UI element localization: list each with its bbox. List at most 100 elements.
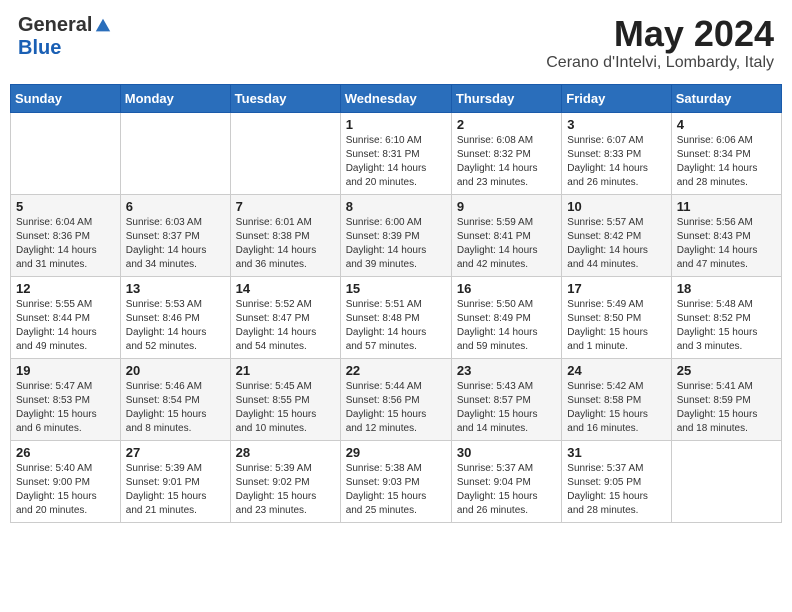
day-number: 5 [16, 199, 115, 214]
day-info: Sunrise: 5:47 AM Sunset: 8:53 PM Dayligh… [16, 380, 115, 436]
day-info: Sunrise: 5:46 AM Sunset: 8:54 PM Dayligh… [126, 380, 225, 436]
day-info: Sunrise: 5:56 AM Sunset: 8:43 PM Dayligh… [677, 216, 776, 272]
day-info: Sunrise: 6:06 AM Sunset: 8:34 PM Dayligh… [677, 134, 776, 190]
day-number: 18 [677, 281, 776, 296]
day-number: 30 [457, 445, 556, 460]
day-number: 15 [346, 281, 446, 296]
day-info: Sunrise: 6:03 AM Sunset: 8:37 PM Dayligh… [126, 216, 225, 272]
day-number: 13 [126, 281, 225, 296]
day-number: 14 [236, 281, 335, 296]
weekday-header-row: SundayMondayTuesdayWednesdayThursdayFrid… [11, 84, 782, 112]
calendar-cell: 22 Sunrise: 5:44 AM Sunset: 8:56 PM Dayli… [340, 358, 451, 440]
calendar-cell: 30Sunrise: 5:37 AM Sunset: 9:04 PM Dayli… [451, 440, 561, 522]
day-number: 11 [677, 199, 776, 214]
week-row-5: 26Sunrise: 5:40 AM Sunset: 9:00 PM Dayli… [11, 440, 782, 522]
day-info: Sunrise: 5:51 AM Sunset: 8:48 PM Dayligh… [346, 298, 446, 354]
day-number: 22 [346, 363, 446, 378]
calendar-cell: 16 Sunrise: 5:50 AM Sunset: 8:49 PM Dayli… [451, 276, 561, 358]
day-number: 19 [16, 363, 115, 378]
calendar-cell: 20 Sunrise: 5:46 AM Sunset: 8:54 PM Dayli… [120, 358, 230, 440]
calendar-cell: 25 Sunrise: 5:41 AM Sunset: 8:59 PM Dayli… [671, 358, 781, 440]
calendar-cell: 10Sunrise: 5:57 AM Sunset: 8:42 PM Dayli… [562, 194, 671, 276]
day-number: 9 [457, 199, 556, 214]
calendar-cell: 9Sunrise: 5:59 AM Sunset: 8:41 PM Daylig… [451, 194, 561, 276]
week-row-4: 19 Sunrise: 5:47 AM Sunset: 8:53 PM Dayli… [11, 358, 782, 440]
calendar-cell: 27 Sunrise: 5:39 AM Sunset: 9:01 PM Dayli… [120, 440, 230, 522]
calendar-cell: 18 Sunrise: 5:48 AM Sunset: 8:52 PM Dayli… [671, 276, 781, 358]
day-number: 16 [457, 281, 556, 296]
day-number: 23 [457, 363, 556, 378]
logo-blue-text: Blue [18, 37, 61, 60]
calendar-cell: 1 Sunrise: 6:10 AM Sunset: 8:31 PM Daylig… [340, 112, 451, 194]
day-info: Sunrise: 5:52 AM Sunset: 8:47 PM Dayligh… [236, 298, 335, 354]
calendar-cell: 11 Sunrise: 5:56 AM Sunset: 8:43 PM Dayli… [671, 194, 781, 276]
day-info: Sunrise: 6:00 AM Sunset: 8:39 PM Dayligh… [346, 216, 446, 272]
weekday-header-wednesday: Wednesday [340, 84, 451, 112]
day-info: Sunrise: 5:41 AM Sunset: 8:59 PM Dayligh… [677, 380, 776, 436]
calendar-cell [230, 112, 340, 194]
calendar-cell: 14 Sunrise: 5:52 AM Sunset: 8:47 PM Dayli… [230, 276, 340, 358]
day-info: Sunrise: 5:39 AM Sunset: 9:02 PM Dayligh… [236, 462, 335, 518]
calendar-cell: 24 Sunrise: 5:42 AM Sunset: 8:58 PM Dayli… [562, 358, 671, 440]
weekday-header-friday: Friday [562, 84, 671, 112]
day-number: 7 [236, 199, 335, 214]
day-number: 25 [677, 363, 776, 378]
calendar-table: SundayMondayTuesdayWednesdayThursdayFrid… [10, 84, 782, 523]
calendar-cell: 29 Sunrise: 5:38 AM Sunset: 9:03 PM Dayli… [340, 440, 451, 522]
day-info: Sunrise: 5:39 AM Sunset: 9:01 PM Dayligh… [126, 462, 225, 518]
calendar-cell [11, 112, 121, 194]
logo-icon [94, 17, 112, 35]
calendar-cell: 31 Sunrise: 5:37 AM Sunset: 9:05 PM Dayli… [562, 440, 671, 522]
day-number: 31 [567, 445, 665, 460]
day-info: Sunrise: 6:01 AM Sunset: 8:38 PM Dayligh… [236, 216, 335, 272]
calendar-cell [671, 440, 781, 522]
calendar-cell: 6 Sunrise: 6:03 AM Sunset: 8:37 PM Daylig… [120, 194, 230, 276]
calendar-cell: 13 Sunrise: 5:53 AM Sunset: 8:46 PM Dayli… [120, 276, 230, 358]
week-row-2: 5 Sunrise: 6:04 AM Sunset: 8:36 PM Daylig… [11, 194, 782, 276]
day-info: Sunrise: 5:37 AM Sunset: 9:05 PM Dayligh… [567, 462, 665, 518]
day-number: 20 [126, 363, 225, 378]
calendar-cell: 7 Sunrise: 6:01 AM Sunset: 8:38 PM Daylig… [230, 194, 340, 276]
week-row-1: 1 Sunrise: 6:10 AM Sunset: 8:31 PM Daylig… [11, 112, 782, 194]
weekday-header-thursday: Thursday [451, 84, 561, 112]
day-number: 10 [567, 199, 665, 214]
day-info: Sunrise: 5:49 AM Sunset: 8:50 PM Dayligh… [567, 298, 665, 354]
month-year-title: May 2024 [546, 14, 774, 54]
weekday-header-saturday: Saturday [671, 84, 781, 112]
day-info: Sunrise: 5:48 AM Sunset: 8:52 PM Dayligh… [677, 298, 776, 354]
day-info: Sunrise: 5:50 AM Sunset: 8:49 PM Dayligh… [457, 298, 556, 354]
weekday-header-monday: Monday [120, 84, 230, 112]
day-info: Sunrise: 5:44 AM Sunset: 8:56 PM Dayligh… [346, 380, 446, 436]
day-number: 17 [567, 281, 665, 296]
day-info: Sunrise: 6:10 AM Sunset: 8:31 PM Dayligh… [346, 134, 446, 190]
calendar-cell: 8 Sunrise: 6:00 AM Sunset: 8:39 PM Daylig… [340, 194, 451, 276]
day-number: 28 [236, 445, 335, 460]
day-number: 2 [457, 117, 556, 132]
calendar-cell: 3 Sunrise: 6:07 AM Sunset: 8:33 PM Daylig… [562, 112, 671, 194]
calendar-cell: 28 Sunrise: 5:39 AM Sunset: 9:02 PM Dayli… [230, 440, 340, 522]
day-number: 24 [567, 363, 665, 378]
weekday-header-sunday: Sunday [11, 84, 121, 112]
day-number: 27 [126, 445, 225, 460]
day-info: Sunrise: 5:55 AM Sunset: 8:44 PM Dayligh… [16, 298, 115, 354]
day-number: 8 [346, 199, 446, 214]
day-number: 29 [346, 445, 446, 460]
day-number: 3 [567, 117, 665, 132]
day-info: Sunrise: 6:07 AM Sunset: 8:33 PM Dayligh… [567, 134, 665, 190]
day-info: Sunrise: 6:08 AM Sunset: 8:32 PM Dayligh… [457, 134, 556, 190]
calendar-cell [120, 112, 230, 194]
day-number: 1 [346, 117, 446, 132]
day-info: Sunrise: 6:04 AM Sunset: 8:36 PM Dayligh… [16, 216, 115, 272]
day-info: Sunrise: 5:38 AM Sunset: 9:03 PM Dayligh… [346, 462, 446, 518]
day-number: 12 [16, 281, 115, 296]
day-info: Sunrise: 5:53 AM Sunset: 8:46 PM Dayligh… [126, 298, 225, 354]
day-info: Sunrise: 5:42 AM Sunset: 8:58 PM Dayligh… [567, 380, 665, 436]
day-number: 6 [126, 199, 225, 214]
week-row-3: 12 Sunrise: 5:55 AM Sunset: 8:44 PM Dayli… [11, 276, 782, 358]
location-subtitle: Cerano d'Intelvi, Lombardy, Italy [546, 54, 774, 72]
logo: General Blue [18, 14, 112, 60]
day-info: Sunrise: 5:43 AM Sunset: 8:57 PM Dayligh… [457, 380, 556, 436]
day-number: 4 [677, 117, 776, 132]
weekday-header-tuesday: Tuesday [230, 84, 340, 112]
calendar-cell: 4 Sunrise: 6:06 AM Sunset: 8:34 PM Daylig… [671, 112, 781, 194]
